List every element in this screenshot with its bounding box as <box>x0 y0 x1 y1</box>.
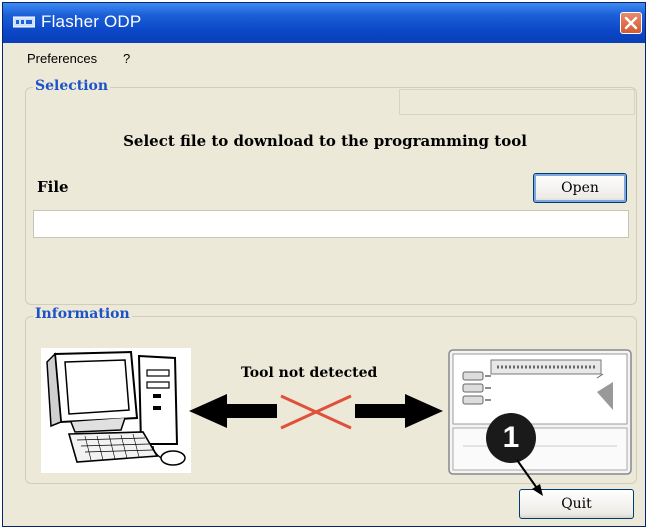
callout-badge: 1 <box>486 413 536 463</box>
connection-status-text: Tool not detected <box>241 365 378 381</box>
close-icon <box>624 16 638 30</box>
file-path-input[interactable] <box>33 210 629 238</box>
title-bar[interactable]: Flasher ODP <box>3 3 645 43</box>
close-button[interactable] <box>620 12 642 34</box>
disconnected-cross-icon <box>280 394 352 430</box>
arrow-right-icon <box>355 394 443 428</box>
instruction-text: Select file to download to the programmi… <box>123 132 527 150</box>
connection-arrows <box>189 394 443 430</box>
status-field <box>399 89 635 115</box>
menu-help[interactable]: ? <box>123 51 130 66</box>
information-legend: Information <box>33 306 132 322</box>
arrow-left-icon <box>189 394 277 428</box>
callout-pointer <box>516 459 543 496</box>
selection-legend: Selection <box>33 78 111 94</box>
window-title: Flasher ODP <box>41 12 142 31</box>
menu-bar: Preferences ? <box>3 43 645 74</box>
programming-tool-icon <box>448 349 632 475</box>
computer-icon <box>41 348 191 473</box>
file-label: File <box>37 178 69 196</box>
open-button[interactable]: Open <box>533 173 627 203</box>
menu-preferences[interactable]: Preferences <box>27 51 97 66</box>
flasher-window: Flasher ODP Preferences ? Selection Sele… <box>2 2 646 527</box>
app-icon <box>13 16 35 28</box>
